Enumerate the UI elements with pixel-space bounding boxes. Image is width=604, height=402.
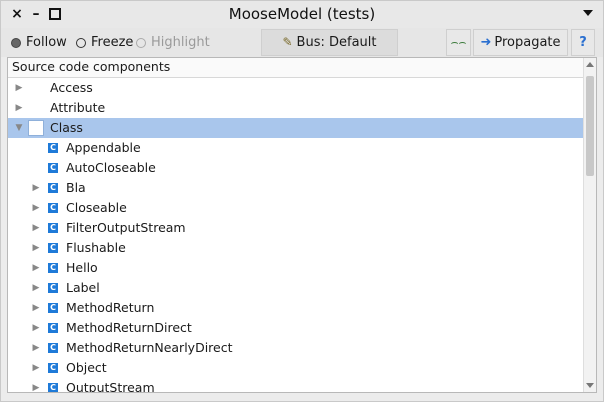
- window-title: MooseModel (tests): [228, 5, 376, 23]
- tree-row[interactable]: ▶ C FilterOutputStream: [8, 218, 584, 238]
- expanded-triangle-icon[interactable]: ▼: [14, 118, 24, 138]
- tree-row[interactable]: ▶ C Bla: [8, 178, 584, 198]
- tree-row-label: Flushable: [66, 240, 126, 255]
- tree-header: Source code components: [8, 58, 584, 78]
- vertical-scrollbar[interactable]: [583, 58, 596, 392]
- highlight-radio[interactable]: Highlight: [136, 35, 210, 51]
- tree-row-label: Access: [50, 80, 93, 95]
- collapsed-triangle-icon[interactable]: ▶: [31, 258, 41, 278]
- tree-row[interactable]: C Appendable: [8, 138, 584, 158]
- collapsed-triangle-icon[interactable]: ▶: [31, 278, 41, 298]
- scroll-down-icon[interactable]: [586, 383, 594, 388]
- class-icon: C: [48, 383, 58, 392]
- tree-row[interactable]: C AutoCloseable: [8, 158, 584, 178]
- follow-label: Follow: [26, 35, 67, 50]
- radio-selected-icon: [11, 38, 21, 48]
- tree-row-label: FilterOutputStream: [66, 220, 186, 235]
- propagate-arrow-icon: ➜: [480, 35, 492, 50]
- tree-row[interactable]: ▶ Attribute: [8, 98, 584, 118]
- help-icon: ?: [579, 35, 587, 50]
- tree-row[interactable]: ▶ C Hello: [8, 258, 584, 278]
- freeze-label: Freeze: [91, 35, 134, 50]
- propagate-button[interactable]: ➜ Propagate: [473, 29, 568, 56]
- collapsed-triangle-icon[interactable]: ▶: [31, 358, 41, 378]
- collapsed-triangle-icon[interactable]: ▶: [31, 298, 41, 318]
- collapsed-triangle-icon[interactable]: ▶: [14, 78, 24, 98]
- class-icon: C: [48, 303, 58, 313]
- tree-row[interactable]: ▶ C MethodReturn: [8, 298, 584, 318]
- collapsed-triangle-icon[interactable]: ▶: [14, 98, 24, 118]
- tree-row[interactable]: ▼ Class: [8, 118, 584, 138]
- propagate-label: Propagate: [494, 35, 561, 50]
- class-icon: C: [48, 203, 58, 213]
- class-icon: C: [48, 223, 58, 233]
- tree-row[interactable]: ▶ C MethodReturnNearlyDirect: [8, 338, 584, 358]
- glasses-icon: ⌢⌢: [450, 35, 467, 49]
- tree-row[interactable]: ▶ C Object: [8, 358, 584, 378]
- tree-row-label: OutputStream: [66, 380, 155, 393]
- tree-row-label: AutoCloseable: [66, 160, 156, 175]
- class-icon: C: [48, 183, 58, 193]
- browser-window: × – MooseModel (tests) Follow Freeze Hig…: [0, 0, 604, 402]
- radio-unselected-icon: [76, 38, 86, 48]
- tree-row[interactable]: ▶ C MethodReturnDirect: [8, 318, 584, 338]
- class-icon: C: [48, 143, 58, 153]
- follow-radio[interactable]: Follow: [11, 35, 67, 51]
- highlight-label: Highlight: [151, 35, 210, 50]
- tree-row-label: Closeable: [66, 200, 127, 215]
- pencil-icon: ✎: [282, 35, 293, 49]
- bus-button[interactable]: ✎ Bus: Default: [261, 29, 398, 56]
- collapsed-triangle-icon[interactable]: ▶: [31, 338, 41, 358]
- collapsed-triangle-icon[interactable]: ▶: [31, 378, 41, 392]
- tree-row-label: Label: [66, 280, 100, 295]
- scroll-up-icon[interactable]: [586, 62, 594, 67]
- toolbar: Follow Freeze Highlight ✎ Bus: Default ⌢⌢…: [1, 28, 603, 57]
- collapsed-triangle-icon[interactable]: ▶: [31, 198, 41, 218]
- tree-row-label: Appendable: [66, 140, 141, 155]
- collapsed-triangle-icon[interactable]: ▶: [31, 238, 41, 258]
- tree-row-label: Bla: [66, 180, 86, 195]
- bus-label: Bus: Default: [296, 35, 377, 50]
- class-icon: C: [48, 343, 58, 353]
- help-button[interactable]: ?: [571, 29, 595, 56]
- collapsed-triangle-icon[interactable]: ▶: [31, 318, 41, 338]
- inspect-button[interactable]: ⌢⌢: [446, 29, 471, 56]
- collapsed-triangle-icon[interactable]: ▶: [31, 178, 41, 198]
- tree-row-label: Object: [66, 360, 107, 375]
- tree-row-label: Attribute: [50, 100, 106, 115]
- class-icon: C: [48, 263, 58, 273]
- tree-row-label: Class: [50, 120, 83, 135]
- radio-disabled-icon: [136, 38, 146, 48]
- tree-row-label: MethodReturnDirect: [66, 320, 192, 335]
- class-icon: C: [48, 243, 58, 253]
- tree-rows: ▶ Access ▶ Attribute ▼ Class C Appendable C AutoC…: [8, 78, 584, 393]
- tree-row[interactable]: ▶ C Closeable: [8, 198, 584, 218]
- tree-row[interactable]: ▶ C OutputStream: [8, 378, 584, 393]
- freeze-radio[interactable]: Freeze: [76, 35, 133, 51]
- class-icon: C: [48, 283, 58, 293]
- tree-row-label: MethodReturn: [66, 300, 155, 315]
- class-icon: C: [48, 363, 58, 373]
- tree-row-label: MethodReturnNearlyDirect: [66, 340, 233, 355]
- tree-panel: Source code components ▶ Access ▶ Attribute…: [7, 57, 597, 393]
- class-icon: C: [48, 323, 58, 333]
- collapsed-triangle-icon[interactable]: ▶: [31, 218, 41, 238]
- class-icon: C: [48, 163, 58, 173]
- scrollbar-thumb[interactable]: [586, 76, 594, 176]
- tree-row-label: Hello: [66, 260, 98, 275]
- tree-row[interactable]: ▶ C Label: [8, 278, 584, 298]
- window-menu-chevron-down-icon[interactable]: [583, 10, 593, 16]
- title-bar: × – MooseModel (tests): [1, 1, 603, 28]
- tree-row[interactable]: ▶ C Flushable: [8, 238, 584, 258]
- selection-box: [28, 120, 44, 136]
- tree-row[interactable]: ▶ Access: [8, 78, 584, 98]
